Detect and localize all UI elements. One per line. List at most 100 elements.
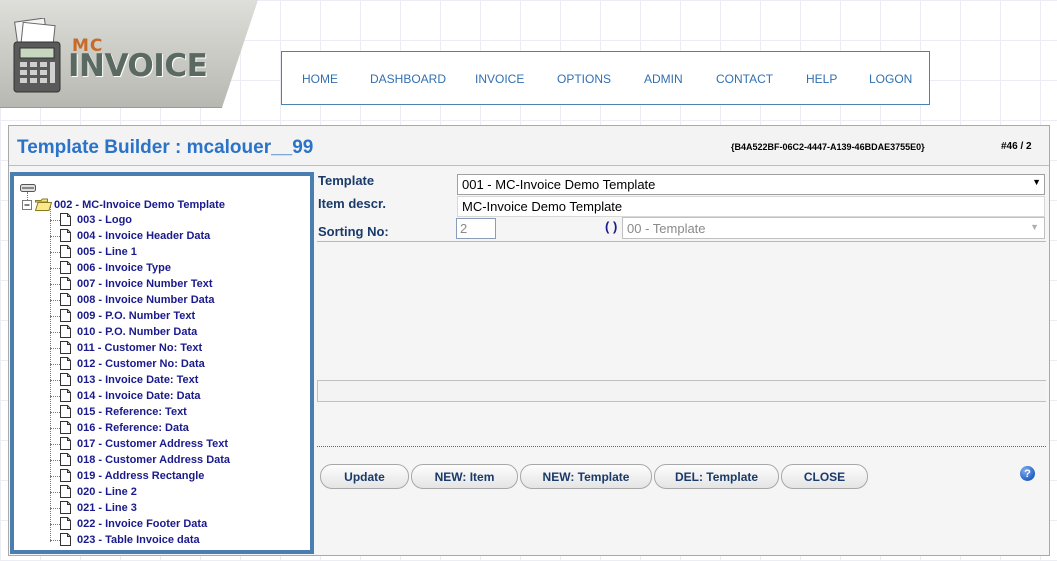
sorting-input[interactable]: 2 [456,218,496,239]
tree-item-label: 018 - Customer Address Data [77,453,231,466]
document-icon [60,341,71,354]
template-label: Template [318,173,375,188]
tree-item[interactable]: 008 - Invoice Number Data [60,293,215,306]
title-bar: Template Builder : mcalouer__99 {B4A522B… [9,126,1049,166]
nav-options[interactable]: OPTIONS [557,72,611,86]
tree-item[interactable]: 003 - Logo [60,213,132,226]
frame-top [317,241,1046,242]
nav-admin[interactable]: ADMIN [644,72,683,86]
nav-contact[interactable]: CONTACT [716,72,773,86]
document-icon [60,469,71,482]
parent-select[interactable]: 00 - Template ▼ [622,217,1045,239]
tree-item-label: 017 - Customer Address Text [77,437,228,450]
item-descr-label: Item descr. [318,196,386,211]
folder-open-icon [35,198,52,211]
tree-item-label: 022 - Invoice Footer Data [77,517,208,530]
document-icon [60,453,71,466]
tree-item-label: 023 - Table Invoice data [77,533,200,546]
logo-invoice-text: INVOICE [68,48,208,84]
parent-select-value: 00 - Template [627,221,706,236]
top-nav: HOME DASHBOARD INVOICE OPTIONS ADMIN CON… [281,51,930,105]
tree-item[interactable]: 011 - Customer No: Text [60,341,202,354]
tree-item[interactable]: 022 - Invoice Footer Data [60,517,207,530]
tree-item[interactable]: 013 - Invoice Date: Text [60,373,198,386]
record-count: #46 / 2 [1001,141,1032,152]
tree-item-label: 011 - Customer No: Text [77,341,203,354]
document-icon [60,309,71,322]
tree-item[interactable]: 019 - Address Rectangle [60,469,204,482]
nav-home[interactable]: HOME [302,72,338,86]
tree-item-label: 009 - P.O. Number Text [77,309,196,322]
help-icon[interactable]: ? [1020,466,1035,481]
item-descr-input[interactable] [457,196,1045,217]
document-icon [60,293,71,306]
update-button[interactable]: Update [320,464,409,489]
tree-item-label: 004 - Invoice Header Data [77,229,211,242]
document-icon [60,517,71,530]
tree-item[interactable]: 016 - Reference: Data [60,421,189,434]
tree-item-label: 013 - Invoice Date: Text [77,373,199,386]
tree-item[interactable]: 005 - Line 1 [60,245,137,258]
document-icon [60,261,71,274]
document-icon [60,213,71,226]
document-icon [60,485,71,498]
close-button[interactable]: CLOSE [781,464,868,489]
tree-item[interactable]: 017 - Customer Address Text [60,437,228,450]
document-icon [60,533,71,546]
nav-dashboard[interactable]: DASHBOARD [370,72,446,86]
tree-item[interactable]: 004 - Invoice Header Data [60,229,210,242]
sorting-label: Sorting No: [318,224,389,239]
new-item-button[interactable]: NEW: Item [411,464,518,489]
frame-bar [317,380,1046,402]
tree-root-label: 002 - MC-Invoice Demo Template [54,198,225,211]
template-tree: 002 - MC-Invoice Demo Template 003 - Log… [10,172,314,554]
document-icon [60,421,71,434]
tree-item[interactable]: 023 - Table Invoice data [60,533,200,546]
nav-help[interactable]: HELP [806,72,837,86]
tree-item-label: 005 - Line 1 [77,245,137,258]
document-icon [60,405,71,418]
document-icon [60,229,71,242]
document-icon [60,277,71,290]
parent-parens: ( ) [605,219,618,234]
chevron-down-icon[interactable]: ▼ [1032,177,1041,187]
tree-item[interactable]: 020 - Line 2 [60,485,137,498]
tree-item-label: 015 - Reference: Text [77,405,187,418]
tree-item[interactable]: 009 - P.O. Number Text [60,309,195,322]
tree-item-label: 008 - Invoice Number Data [77,293,215,306]
tree-item-label: 006 - Invoice Type [77,261,171,274]
document-icon [60,245,71,258]
collapse-icon[interactable] [22,199,32,210]
tree-item-label: 020 - Line 2 [77,485,137,498]
document-icon [60,501,71,514]
template-builder-panel: Template Builder : mcalouer__99 {B4A522B… [8,125,1050,556]
page-title: Template Builder : mcalouer__99 [17,137,314,158]
tree-item-label: 012 - Customer No: Data [77,357,205,370]
tree-item[interactable]: 007 - Invoice Number Text [60,277,213,290]
record-guid: {B4A522BF-06C2-4447-A139-46BDAE3755E0} [731,142,925,152]
chevron-down-icon[interactable]: ▼ [1030,222,1039,232]
del-template-button[interactable]: DEL: Template [654,464,779,489]
tree-item[interactable]: 010 - P.O. Number Data [60,325,197,338]
tree-root-node[interactable]: 002 - MC-Invoice Demo Template [22,198,225,211]
drive-icon [20,184,36,192]
tree-item[interactable]: 006 - Invoice Type [60,261,171,274]
tree-item[interactable]: 014 - Invoice Date: Data [60,389,201,402]
tree-item-label: 010 - P.O. Number Data [77,325,198,338]
template-select[interactable]: 001 - MC-Invoice Demo Template ▼ [457,174,1045,195]
tree-item-label: 019 - Address Rectangle [77,469,205,482]
new-template-button[interactable]: NEW: Template [520,464,652,489]
tree-item[interactable]: 018 - Customer Address Data [60,453,230,466]
divider [317,446,1046,447]
tree-item[interactable]: 012 - Customer No: Data [60,357,205,370]
tree-item[interactable]: 015 - Reference: Text [60,405,187,418]
cash-register-icon [13,18,61,93]
tree-item-label: 007 - Invoice Number Text [77,277,213,290]
nav-invoice[interactable]: INVOICE [475,72,524,86]
document-icon [60,373,71,386]
tree-item[interactable]: 021 - Line 3 [60,501,137,514]
document-icon [60,325,71,338]
tree-item-label: 003 - Logo [77,213,133,226]
nav-logon[interactable]: LOGON [869,72,912,86]
tree-item-label: 014 - Invoice Date: Data [77,389,201,402]
